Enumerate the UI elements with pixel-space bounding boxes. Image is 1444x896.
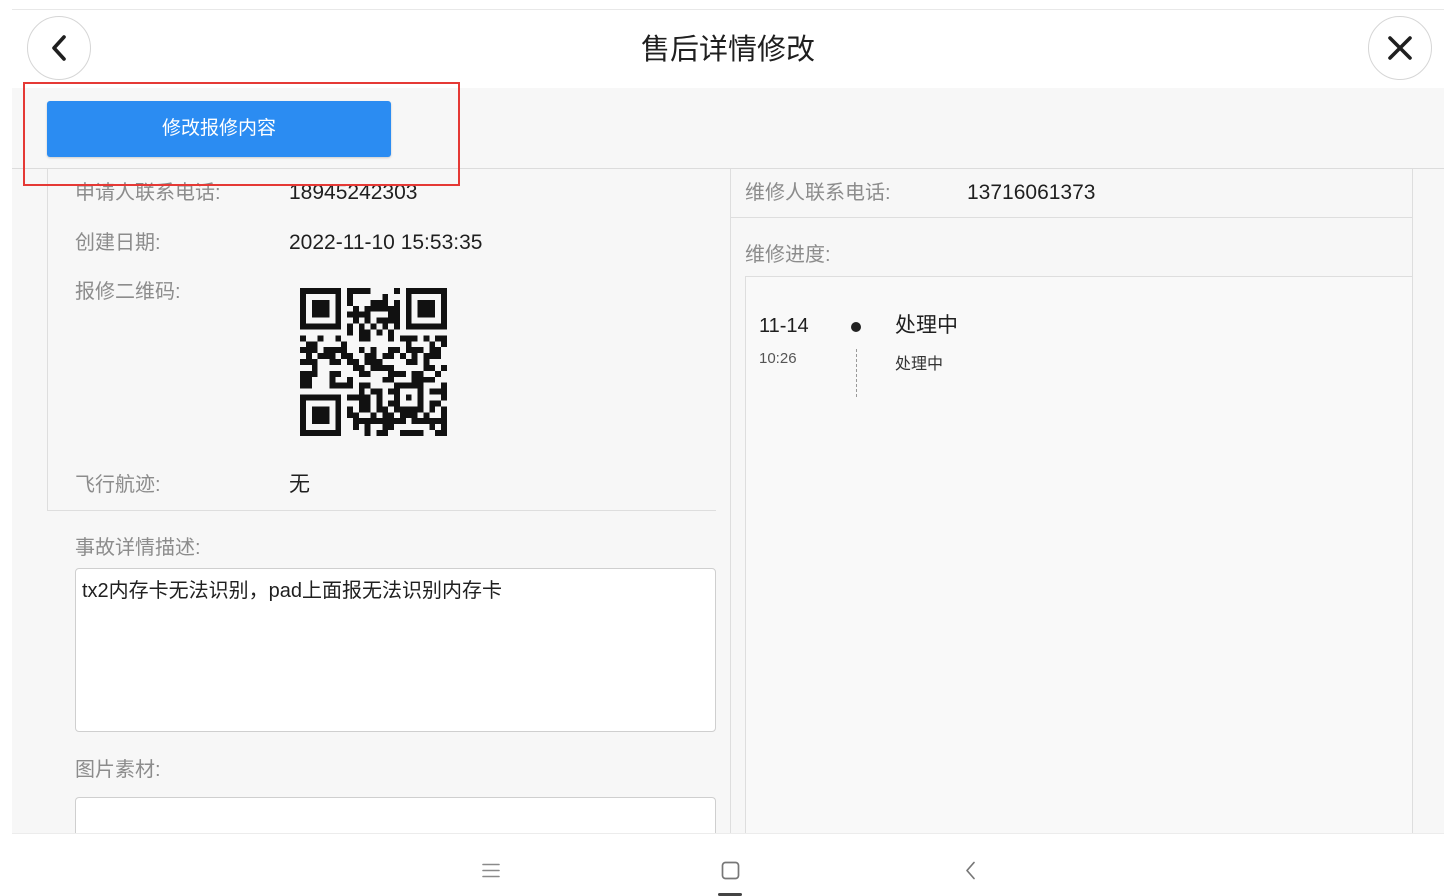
- timeline-item-description: 处理中: [895, 356, 944, 373]
- qr-code-image: [300, 288, 447, 436]
- flight-track-label: 飞行航迹:: [75, 474, 161, 496]
- chevron-left-icon[interactable]: [965, 861, 976, 880]
- repair-progress-label: 维修进度:: [745, 244, 831, 266]
- timeline-dot-icon: [851, 322, 861, 332]
- timeline-item-time: 10:26: [759, 350, 797, 367]
- square-icon[interactable]: [721, 861, 740, 880]
- left-panel-border: [47, 169, 48, 510]
- left-panel-divider: [47, 510, 716, 511]
- accident-description-label: 事故详情描述:: [75, 537, 201, 559]
- menu-icon[interactable]: [482, 863, 500, 878]
- page-title: 售后详情修改: [640, 34, 815, 66]
- applicant-phone-value: 18945242303: [289, 181, 418, 204]
- close-icon: [1388, 36, 1412, 60]
- timeline-item-title: 处理中: [895, 314, 958, 337]
- header-bar: 售后详情修改: [12, 9, 1444, 88]
- right-panel-left-border: [730, 169, 731, 833]
- accident-description-textarea[interactable]: tx2内存卡无法识别，pad上面报无法识别内存卡: [75, 568, 716, 732]
- timeline-item-date: 11-14: [759, 315, 809, 337]
- system-nav-bar: [12, 833, 1444, 896]
- created-date-value: 2022-11-10 15:53:35: [289, 231, 483, 254]
- flight-track-value: 无: [289, 473, 310, 496]
- image-material-label: 图片素材:: [75, 759, 161, 781]
- repairer-phone-value: 13716061373: [967, 181, 1096, 204]
- close-button[interactable]: [1368, 16, 1432, 80]
- repair-progress-timeline: 11-14 10:26 处理中 处理中: [745, 276, 1412, 833]
- right-panel-right-border: [1412, 169, 1413, 833]
- right-panel-divider: [730, 217, 1412, 218]
- qr-code-label: 报修二维码:: [75, 281, 181, 303]
- content-area[interactable]: 申请人联系电话: 18945242303 创建日期: 2022-11-10 15…: [12, 169, 1444, 833]
- created-date-label: 创建日期:: [75, 232, 161, 254]
- applicant-phone-label: 申请人联系电话:: [75, 182, 221, 204]
- edit-repair-content-button[interactable]: 修改报修内容: [47, 101, 391, 157]
- timeline-connector: [856, 349, 857, 397]
- repairer-phone-label: 维修人联系电话:: [745, 182, 891, 204]
- image-upload-area[interactable]: [75, 797, 716, 833]
- toolbar: 修改报修内容: [12, 88, 1444, 169]
